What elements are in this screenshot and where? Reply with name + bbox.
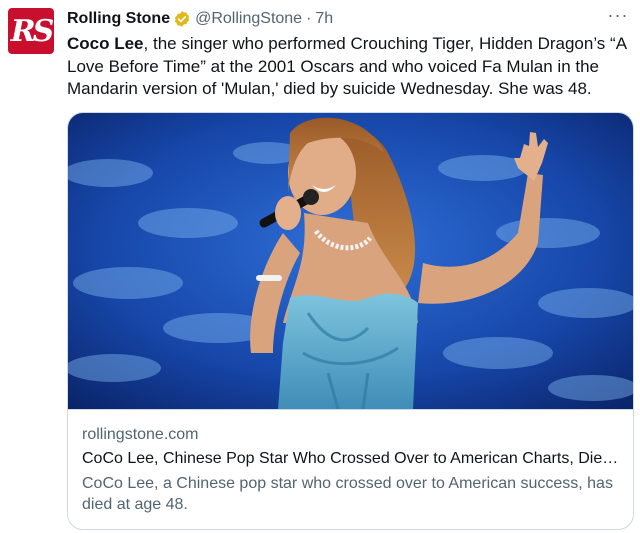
author-name[interactable]: Rolling Stone <box>67 10 170 28</box>
card-divider <box>68 409 633 410</box>
tweet-text-lead: Coco Lee <box>67 34 144 53</box>
card-title[interactable]: CoCo Lee, Chinese Pop Star Who Crossed O… <box>82 450 622 468</box>
verified-badge-icon <box>174 11 190 27</box>
tweet[interactable]: RS Rolling Stone @RollingStone · 7h ··· … <box>0 0 640 533</box>
tweet-header: Rolling Stone @RollingStone · 7h <box>67 8 333 30</box>
timestamp[interactable]: 7h <box>315 10 333 28</box>
author-handle[interactable]: @RollingStone <box>195 10 302 28</box>
avatar-logo-text: RS <box>10 13 55 49</box>
tweet-text-body: , the singer who performed Crouching Tig… <box>67 34 627 99</box>
link-card[interactable]: rollingstone.com CoCo Lee, Chinese Pop S… <box>67 112 634 530</box>
card-image[interactable] <box>68 113 633 409</box>
avatar[interactable]: RS <box>8 8 54 54</box>
card-description[interactable]: CoCo Lee, a Chinese pop star who crossed… <box>82 473 622 515</box>
card-domain[interactable]: rollingstone.com <box>82 426 199 444</box>
separator-dot: · <box>306 10 312 27</box>
more-options-icon[interactable]: ··· <box>606 4 630 28</box>
tweet-text: Coco Lee, the singer who performed Crouc… <box>67 33 627 101</box>
